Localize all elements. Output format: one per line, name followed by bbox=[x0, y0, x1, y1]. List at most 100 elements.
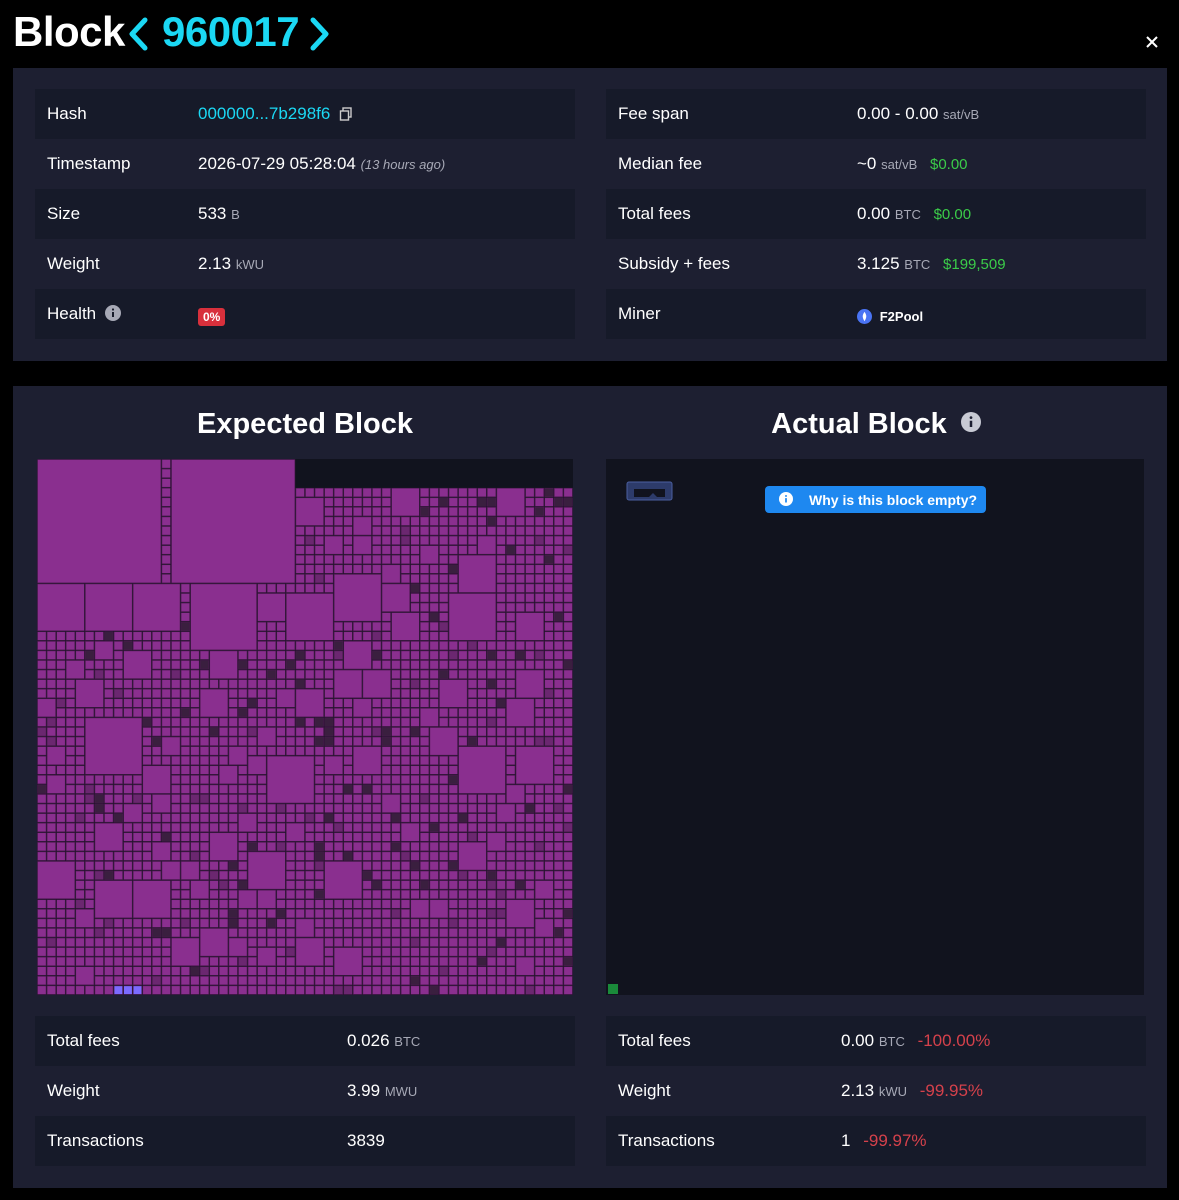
tx-block bbox=[515, 880, 525, 890]
tx-block bbox=[553, 870, 564, 880]
hash-link[interactable]: 000000...7b298f6 bbox=[198, 104, 330, 123]
tx-block bbox=[324, 985, 334, 995]
tx-block bbox=[228, 746, 248, 766]
expected-block-visualization[interactable] bbox=[37, 459, 573, 995]
tx-block bbox=[37, 803, 47, 813]
info-icon[interactable] bbox=[960, 412, 981, 432]
actual-block-visualization[interactable] bbox=[606, 459, 1144, 995]
tx-block bbox=[314, 794, 324, 804]
tx-block bbox=[113, 813, 123, 823]
tx-block bbox=[305, 487, 315, 498]
miner-value[interactable]: F2Pool bbox=[857, 306, 923, 326]
tx-block bbox=[132, 918, 143, 928]
tx-block bbox=[486, 669, 497, 679]
tx-block bbox=[152, 708, 162, 718]
tx-block bbox=[362, 918, 372, 928]
tx-block bbox=[324, 736, 334, 746]
tx-block bbox=[439, 775, 449, 785]
tx-block bbox=[362, 727, 372, 737]
tx-block bbox=[477, 985, 487, 995]
chevron-right-icon[interactable] bbox=[308, 16, 332, 52]
info-icon[interactable] bbox=[104, 305, 121, 321]
tx-block bbox=[486, 717, 497, 727]
tx-block bbox=[295, 535, 305, 545]
tx-block bbox=[525, 727, 535, 737]
tx-block bbox=[276, 908, 286, 919]
tx-block bbox=[228, 679, 238, 689]
tx-block bbox=[56, 822, 66, 833]
tx-block bbox=[37, 736, 47, 746]
tx-block bbox=[123, 975, 133, 986]
tx-block bbox=[314, 564, 324, 574]
tx-block bbox=[65, 822, 76, 833]
tx-block bbox=[477, 516, 487, 526]
tx-block bbox=[209, 899, 219, 909]
tx-block bbox=[486, 985, 497, 995]
expected-row-transactions: Transactions 3839 bbox=[35, 1116, 575, 1166]
tx-block bbox=[104, 985, 114, 995]
tx-block bbox=[152, 937, 162, 947]
tx-block bbox=[305, 526, 315, 536]
tx-block bbox=[410, 746, 420, 756]
tx-block bbox=[372, 507, 382, 517]
tx-block bbox=[228, 698, 238, 708]
tx-block bbox=[314, 908, 324, 919]
tx-block bbox=[56, 688, 66, 699]
tx-block bbox=[362, 956, 372, 967]
tx-block bbox=[477, 708, 487, 718]
tx-block bbox=[247, 746, 257, 756]
tx-block bbox=[477, 889, 487, 900]
tx-block bbox=[324, 679, 334, 689]
tx-block bbox=[486, 736, 497, 746]
tx-block bbox=[75, 765, 85, 775]
tx-block bbox=[324, 535, 344, 555]
tx-block bbox=[171, 459, 296, 584]
tx-block bbox=[123, 775, 133, 785]
tx-block bbox=[439, 937, 449, 947]
tx-block bbox=[448, 497, 458, 507]
tx-block bbox=[161, 564, 171, 574]
tx-block bbox=[534, 516, 545, 526]
tx-block bbox=[544, 698, 554, 708]
tx-block bbox=[85, 794, 95, 804]
copy-icon[interactable] bbox=[339, 107, 353, 121]
tx-block bbox=[219, 755, 229, 766]
tx-block bbox=[410, 516, 420, 526]
tx-block bbox=[525, 650, 535, 660]
tx-block bbox=[257, 708, 267, 718]
tx-block bbox=[563, 717, 573, 727]
tx-block bbox=[180, 612, 190, 622]
tx-block bbox=[180, 985, 190, 995]
why-empty-button[interactable]: Why is this block empty? bbox=[765, 486, 986, 513]
tx-block bbox=[286, 928, 296, 938]
tx-block bbox=[314, 755, 324, 766]
tx-block bbox=[381, 937, 391, 947]
tx-block bbox=[171, 908, 181, 919]
chevron-left-icon[interactable] bbox=[126, 16, 150, 52]
tx-block bbox=[171, 803, 181, 813]
tx-block bbox=[247, 794, 257, 804]
tx-block bbox=[391, 755, 401, 766]
tx-block bbox=[486, 928, 497, 938]
tx-block bbox=[534, 717, 545, 727]
tx-block bbox=[142, 688, 152, 699]
tx-block bbox=[37, 755, 47, 766]
tx-block bbox=[410, 765, 420, 775]
tx-block bbox=[314, 775, 324, 785]
tx-block bbox=[448, 794, 458, 804]
tx-block bbox=[429, 975, 439, 986]
tx-block bbox=[515, 841, 525, 852]
close-icon[interactable] bbox=[1140, 30, 1164, 54]
tx-block bbox=[56, 708, 66, 718]
tx-block bbox=[152, 985, 162, 995]
tx-block bbox=[362, 775, 372, 785]
tx-block bbox=[257, 621, 267, 632]
tx-block bbox=[152, 727, 162, 737]
tx-block bbox=[333, 947, 363, 976]
tx-block bbox=[429, 698, 439, 708]
tx-block bbox=[238, 975, 248, 986]
tx-block bbox=[113, 641, 123, 651]
tx-block bbox=[152, 746, 162, 756]
tx-block bbox=[496, 583, 506, 593]
health-value: 0% bbox=[198, 306, 226, 326]
